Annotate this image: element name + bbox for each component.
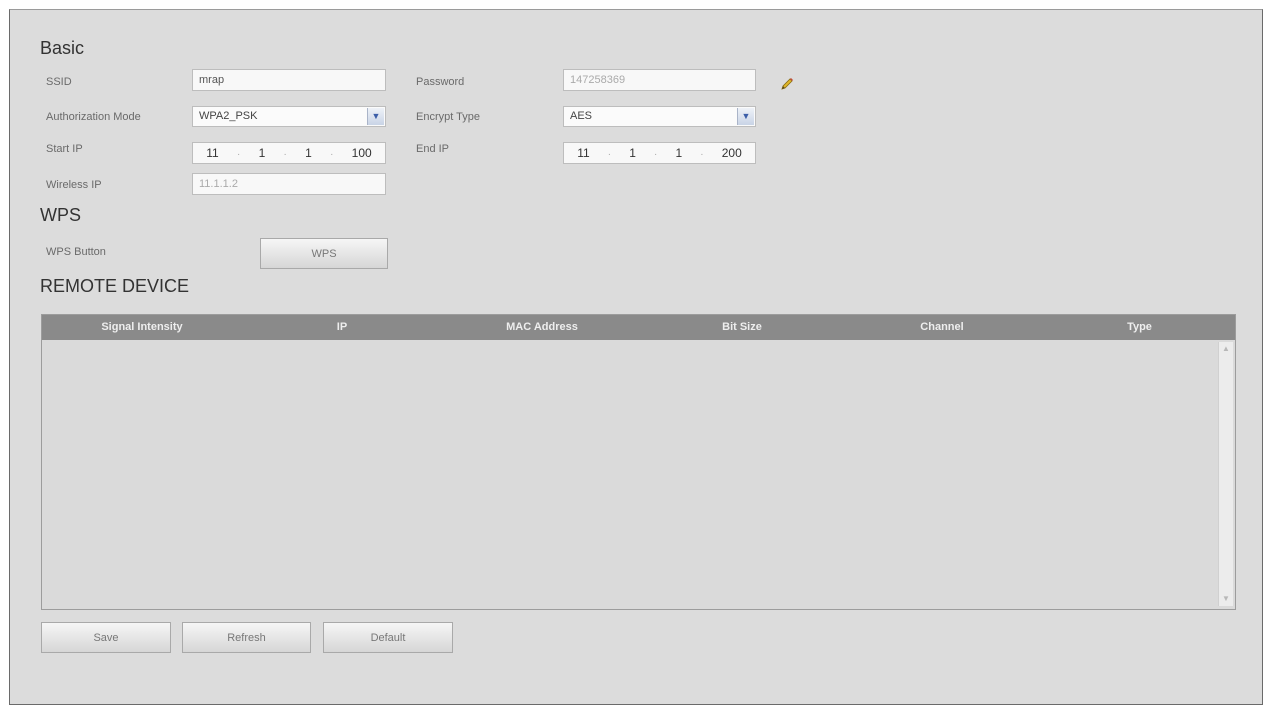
encrypt-type-value: AES — [570, 110, 593, 122]
wifi-ap-settings-panel: Basic SSID mrap Password 147258369 Autho… — [9, 9, 1263, 705]
refresh-button[interactable]: Refresh — [182, 622, 311, 653]
ip-separator: . — [608, 147, 611, 158]
start-ip-octet-3[interactable]: 1 — [305, 143, 312, 163]
column-header-mac-address[interactable]: MAC Address — [442, 315, 642, 340]
table-header: Signal Intensity IP MAC Address Bit Size… — [42, 315, 1235, 340]
default-button[interactable]: Default — [323, 622, 453, 653]
ssid-input[interactable]: mrap — [192, 69, 386, 91]
auth-mode-select[interactable]: WPA2_PSK ▼ — [192, 106, 386, 127]
end-ip-octet-3[interactable]: 1 — [675, 143, 682, 163]
ip-separator: . — [237, 147, 241, 158]
start-ip-octet-4[interactable]: 100 — [352, 143, 372, 163]
table-scrollbar[interactable]: ▲ ▼ — [1218, 342, 1233, 606]
wps-section-title: WPS — [40, 205, 82, 225]
wireless-ip-label: Wireless IP — [46, 179, 102, 191]
password-label: Password — [416, 76, 465, 88]
auth-mode-value: WPA2_PSK — [199, 110, 258, 122]
ip-separator: . — [700, 147, 704, 158]
end-ip-label: End IP — [416, 143, 450, 155]
password-input[interactable]: 147258369 — [563, 69, 756, 91]
encrypt-type-label: Encrypt Type — [416, 111, 480, 123]
pencil-icon[interactable] — [779, 76, 795, 92]
encrypt-type-select[interactable]: AES ▼ — [563, 106, 756, 127]
column-header-channel[interactable]: Channel — [842, 315, 1042, 340]
end-ip-octet-4[interactable]: 200 — [722, 143, 742, 163]
ip-separator: . — [654, 147, 658, 158]
chevron-down-icon[interactable]: ▼ — [737, 108, 754, 125]
start-ip-input[interactable]: 11. 1. 1. 100 — [192, 142, 386, 164]
ip-separator: . — [283, 147, 287, 158]
column-header-type[interactable]: Type — [1042, 315, 1237, 340]
column-header-ip[interactable]: IP — [242, 315, 442, 340]
column-header-bit-size[interactable]: Bit Size — [642, 315, 842, 340]
basic-section-title: Basic — [40, 38, 85, 58]
start-ip-octet-1[interactable]: 11 — [206, 143, 218, 163]
arrow-up-icon[interactable]: ▲ — [1219, 342, 1233, 356]
remote-device-section-title: REMOTE DEVICE — [40, 276, 190, 296]
start-ip-octet-2[interactable]: 1 — [259, 143, 266, 163]
chevron-down-icon[interactable]: ▼ — [367, 108, 384, 125]
column-header-signal-intensity[interactable]: Signal Intensity — [42, 315, 242, 340]
start-ip-label: Start IP — [46, 143, 83, 155]
ssid-label: SSID — [46, 76, 72, 88]
remote-device-table: Signal Intensity IP MAC Address Bit Size… — [41, 314, 1236, 610]
auth-mode-label: Authorization Mode — [46, 111, 141, 123]
end-ip-input[interactable]: 11. 1. 1. 200 — [563, 142, 756, 164]
arrow-down-icon[interactable]: ▼ — [1219, 592, 1233, 606]
end-ip-octet-1[interactable]: 11 — [577, 143, 589, 163]
wireless-ip-input: 11.1.1.2 — [192, 173, 386, 195]
ip-separator: . — [330, 147, 334, 158]
wps-button-label: WPS Button — [46, 246, 106, 258]
save-button[interactable]: Save — [41, 622, 171, 653]
end-ip-octet-2[interactable]: 1 — [629, 143, 636, 163]
wps-button[interactable]: WPS — [260, 238, 388, 269]
